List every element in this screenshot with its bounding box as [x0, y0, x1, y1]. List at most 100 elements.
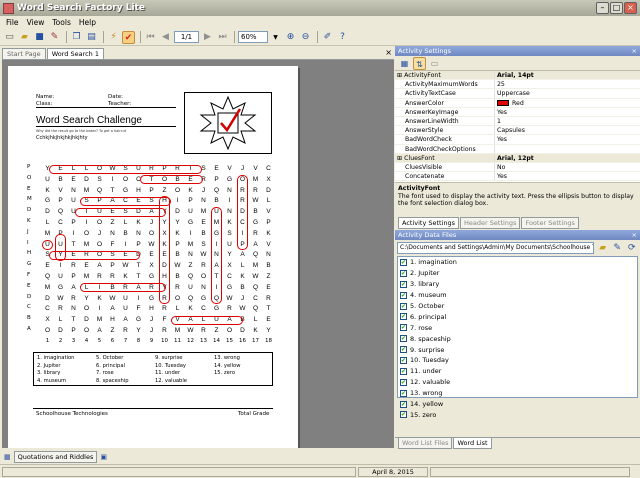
menu-view[interactable]: View: [23, 18, 49, 27]
item-checkbox[interactable]: ✔: [400, 324, 407, 332]
property-value[interactable]: 1: [495, 117, 640, 125]
item-checkbox[interactable]: ✔: [400, 411, 407, 419]
tab-word-search-1[interactable]: Word Search 1: [46, 48, 104, 59]
menu-file[interactable]: File: [2, 18, 23, 27]
item-checkbox[interactable]: ✔: [400, 313, 407, 321]
item-checkbox[interactable]: ✔: [400, 269, 407, 277]
quotes-icon[interactable]: ▦: [4, 453, 11, 461]
maximize-button[interactable]: □: [610, 2, 623, 14]
close-tab-icon[interactable]: ×: [385, 48, 392, 57]
word-list-item[interactable]: ✔ 15. zero: [398, 409, 637, 420]
page-number-field[interactable]: 1/1: [174, 31, 199, 43]
property-value[interactable]: Yes: [495, 135, 640, 143]
word-list-item[interactable]: ✔ 1. imagination: [398, 257, 637, 268]
property-value[interactable]: Yes: [495, 172, 640, 180]
close-pane-icon[interactable]: ×: [632, 230, 637, 240]
property-row[interactable]: ActivityTextCase Uppercase: [395, 89, 640, 99]
word-list-item[interactable]: ✔ 5. October: [398, 301, 637, 312]
word-list-item[interactable]: ✔ 8. spaceship: [398, 333, 637, 344]
property-row[interactable]: Concatenate Yes: [395, 172, 640, 182]
item-checkbox[interactable]: ✔: [400, 356, 407, 364]
item-checkbox[interactable]: ✔: [400, 258, 407, 266]
property-value[interactable]: Arial, 12pt: [495, 154, 640, 162]
categorized-icon[interactable]: ▦: [398, 57, 411, 70]
new-icon[interactable]: ▭: [3, 31, 16, 44]
item-checkbox[interactable]: ✔: [400, 302, 407, 310]
property-row[interactable]: BadWordCheckOptions: [395, 144, 640, 154]
property-value[interactable]: Yes: [495, 108, 640, 116]
word-list-item[interactable]: ✔ 3. library: [398, 279, 637, 290]
property-value[interactable]: 25: [495, 80, 640, 88]
edit-list-icon[interactable]: ✎: [611, 242, 624, 255]
refresh-icon[interactable]: ⟳: [626, 242, 639, 255]
property-row[interactable]: AnswerColor Red: [395, 98, 640, 108]
tab-word-list-files[interactable]: Word List Files: [398, 438, 453, 449]
property-pages-icon[interactable]: ▭: [428, 57, 441, 70]
close-pane-icon[interactable]: ×: [632, 46, 637, 56]
quotations-button[interactable]: Quotations and Riddles: [13, 450, 98, 463]
word-list-item[interactable]: ✔ 6. principal: [398, 311, 637, 322]
item-checkbox[interactable]: ✔: [400, 389, 407, 397]
first-page-icon[interactable]: ⏮: [144, 31, 157, 44]
word-list-item[interactable]: ✔ 11. under: [398, 366, 637, 377]
property-value[interactable]: Arial, 14pt: [495, 71, 640, 79]
property-row[interactable]: ⊞ ActivityFont Arial, 14pt: [395, 71, 640, 81]
alphabetical-icon[interactable]: ⇅: [413, 56, 426, 70]
property-row[interactable]: AnswerStyle Capsules: [395, 126, 640, 136]
monitor-icon[interactable]: ▣: [100, 453, 107, 461]
zoom-out-icon[interactable]: ⊖: [299, 31, 312, 44]
tab-header-settings[interactable]: Header Settings: [460, 216, 521, 229]
next-page-icon[interactable]: ▶: [201, 31, 214, 44]
prev-page-icon[interactable]: ◀: [159, 31, 172, 44]
property-row[interactable]: CluesVisible No: [395, 162, 640, 173]
item-checkbox[interactable]: ✔: [400, 346, 407, 354]
print-icon[interactable]: ▤: [85, 31, 98, 44]
word-list-item[interactable]: ✔ 12. valuable: [398, 377, 637, 388]
property-row[interactable]: AnswerKeyImage Yes: [395, 107, 640, 117]
item-checkbox[interactable]: ✔: [400, 291, 407, 299]
tab-start-page[interactable]: Start Page: [2, 48, 46, 59]
last-page-icon[interactable]: ⏭: [216, 31, 229, 44]
save-icon[interactable]: ■: [33, 31, 46, 44]
menu-help[interactable]: Help: [75, 18, 100, 27]
property-value[interactable]: Capsules: [495, 126, 640, 134]
property-value[interactable]: No: [495, 163, 640, 171]
word-list-item[interactable]: ✔ 7. rose: [398, 322, 637, 333]
word-list-item[interactable]: ✔ 2. Jupiter: [398, 268, 637, 279]
property-row[interactable]: AnswerLineWidth 1: [395, 116, 640, 127]
property-value[interactable]: Red: [495, 99, 640, 107]
item-checkbox[interactable]: ✔: [400, 280, 407, 288]
zoom-in-icon[interactable]: ⊕: [284, 31, 297, 44]
help-icon[interactable]: ?: [336, 31, 349, 44]
generate-icon[interactable]: ⚡: [107, 31, 120, 44]
answer-key-icon[interactable]: ✔: [122, 30, 135, 44]
item-checkbox[interactable]: ✔: [400, 367, 407, 375]
item-checkbox[interactable]: ✔: [400, 335, 407, 343]
zoom-select[interactable]: 60%: [238, 31, 268, 43]
open-icon[interactable]: ▰: [18, 31, 31, 44]
word-list-item[interactable]: ✔ 9. surprise: [398, 344, 637, 355]
item-checkbox[interactable]: ✔: [400, 400, 407, 408]
property-row[interactable]: ⊞ CluesFont Arial, 12pt: [395, 153, 640, 163]
property-row[interactable]: BadWordCheck Yes: [395, 135, 640, 145]
tools-icon[interactable]: ✎: [48, 31, 61, 44]
tab-activity-settings[interactable]: Activity Settings: [398, 216, 460, 229]
menu-tools[interactable]: Tools: [48, 18, 74, 27]
property-row[interactable]: ActivityMaximumWords 25: [395, 80, 640, 90]
minimize-button[interactable]: –: [596, 2, 609, 14]
word-list-item[interactable]: ✔ 4. museum: [398, 290, 637, 301]
tab-footer-settings[interactable]: Footer Settings: [521, 216, 579, 229]
property-value[interactable]: [495, 145, 640, 153]
item-checkbox[interactable]: ✔: [400, 378, 407, 386]
folder-icon[interactable]: ▰: [596, 242, 609, 255]
word-list-item[interactable]: ✔ 10. Tuesday: [398, 355, 637, 366]
close-button[interactable]: ×: [624, 2, 637, 14]
tab-word-list[interactable]: Word List: [453, 438, 492, 449]
edit-icon[interactable]: ✐: [321, 31, 334, 44]
copy-icon[interactable]: ❐: [70, 31, 83, 44]
word-list-item[interactable]: ✔ 13. wrong: [398, 388, 637, 399]
zoom-dropdown-icon[interactable]: ▼: [269, 31, 282, 44]
word-list-item[interactable]: ✔ 14. yellow: [398, 399, 637, 410]
data-file-path-field[interactable]: C:\Documents and Settings\Admin\My Docum…: [397, 242, 595, 254]
property-value[interactable]: Uppercase: [495, 89, 640, 97]
